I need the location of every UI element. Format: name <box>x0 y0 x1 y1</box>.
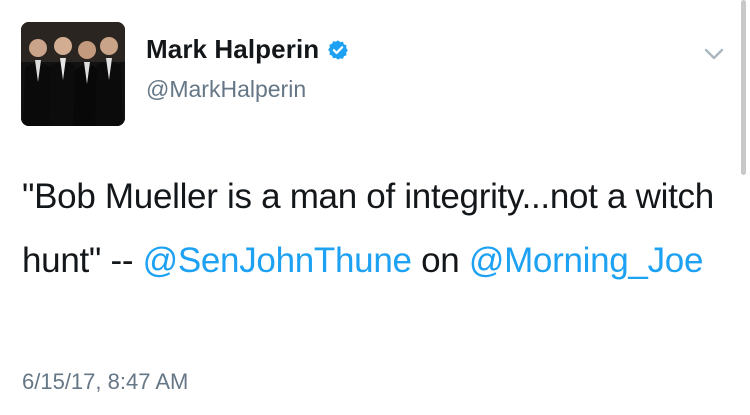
mention-link-senjohnthune[interactable]: @SenJohnThune <box>143 241 412 280</box>
avatar-photo <box>21 22 125 126</box>
tweet-timestamp[interactable]: 6/15/17, 8:47 AM <box>22 369 188 395</box>
avatar[interactable] <box>21 22 125 126</box>
mention-link-morning-joe[interactable]: @Morning_Joe <box>469 241 704 280</box>
tweet-text-on: on <box>411 241 469 280</box>
author-handle[interactable]: @MarkHalperin <box>146 76 306 103</box>
display-name[interactable]: Mark Halperin <box>146 34 319 65</box>
tweet-card: Mark Halperin @MarkHalperin "Bob Mueller… <box>0 0 750 415</box>
scrollbar[interactable] <box>741 0 746 175</box>
author-row[interactable]: Mark Halperin <box>146 34 349 65</box>
verified-badge-icon <box>327 39 349 61</box>
tweet-text: "Bob Mueller is a man of integrity...not… <box>22 165 722 293</box>
chevron-down-icon[interactable] <box>700 40 728 68</box>
